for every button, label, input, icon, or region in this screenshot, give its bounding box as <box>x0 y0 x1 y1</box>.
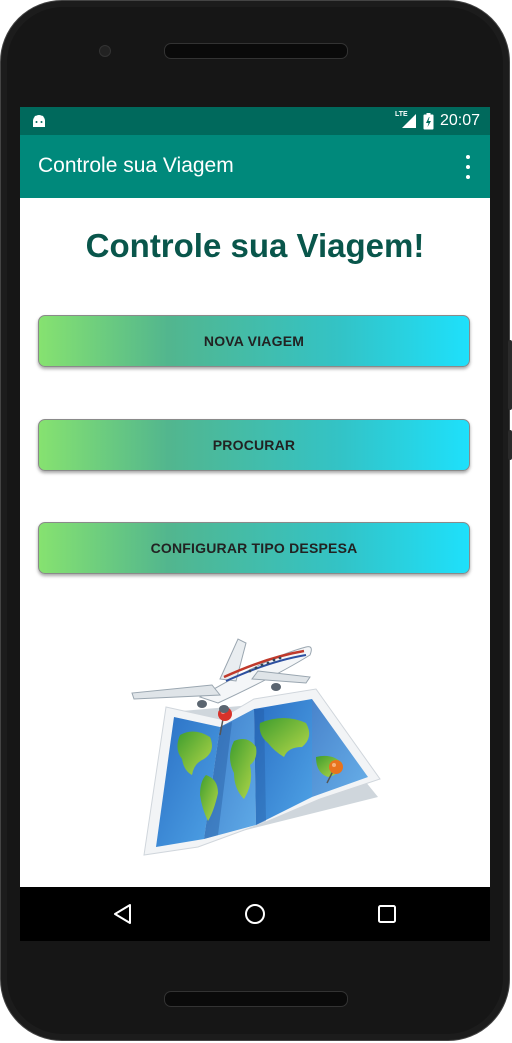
airplane-map-illustration <box>131 638 381 856</box>
navigation-bar <box>20 887 490 941</box>
clock: 20:07 <box>439 112 480 129</box>
configurar-tipo-despesa-button[interactable]: CONFIGURAR TIPO DESPESA <box>38 522 470 574</box>
status-bar: LTE 20:07 <box>20 107 490 135</box>
back-icon[interactable] <box>110 901 136 927</box>
page-heading: Controle sua Viagem! <box>85 227 425 264</box>
procurar-button[interactable]: PROCURAR <box>38 419 470 471</box>
app-title: Controle sua Viagem <box>38 154 234 177</box>
power-button <box>508 430 512 460</box>
signal-icon: LTE <box>395 111 417 129</box>
bottom-speaker <box>164 991 348 1007</box>
status-indicators: LTE 20:07 <box>395 111 480 130</box>
nova-viagem-button[interactable]: NOVA VIAGEM <box>38 315 470 367</box>
overflow-menu-icon[interactable] <box>460 155 476 179</box>
android-icon <box>33 115 45 127</box>
screen: LTE 20:07 Controle sua Viagem Controle s… <box>20 107 490 941</box>
volume-button <box>508 340 512 410</box>
recents-icon[interactable] <box>374 901 400 927</box>
home-icon[interactable] <box>242 901 268 927</box>
battery-icon <box>423 112 434 129</box>
front-camera <box>99 45 111 57</box>
earpiece-speaker <box>164 43 348 59</box>
app-bar: Controle sua Viagem <box>20 135 490 198</box>
